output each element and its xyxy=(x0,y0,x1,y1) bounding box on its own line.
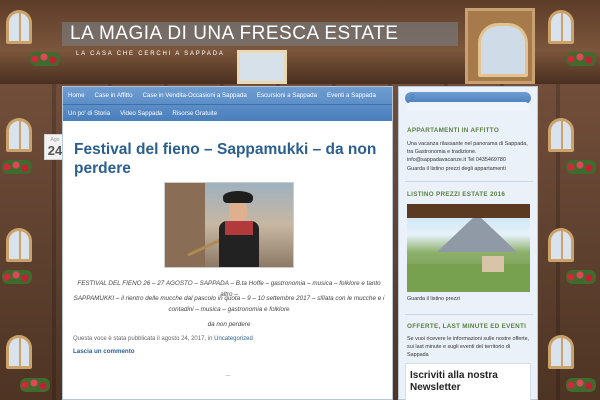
flowers-decoration xyxy=(2,160,32,174)
post-divider-ornament: ~ xyxy=(225,371,231,382)
search-input[interactable] xyxy=(407,102,529,110)
window-decoration xyxy=(548,335,574,369)
widget-title-prices: LISTINO PREZZI ESTATE 2016 xyxy=(407,191,506,198)
search-icon[interactable]: ⚲ xyxy=(410,93,415,101)
main-content: Home Case in Affitto Case in Vendita-Occ… xyxy=(62,86,393,400)
widget-title-apartments: APPARTAMENTI IN AFFITTO xyxy=(407,127,500,134)
photo-house-shape xyxy=(482,256,504,272)
post-meta-prefix: Questa voce è stata pubblicata il agosto… xyxy=(73,336,213,342)
widget-divider xyxy=(405,314,533,315)
post-meta: Questa voce è stata pubblicata il agosto… xyxy=(73,336,253,342)
post-image[interactable] xyxy=(164,182,294,268)
image-figure-face xyxy=(229,201,247,221)
main-navigation: Home Case in Affitto Case in Vendita-Occ… xyxy=(63,87,392,121)
flowers-decoration xyxy=(30,52,60,66)
site-title-box[interactable]: LA MAGIA DI UNA FRESCA ESTATE xyxy=(62,22,458,46)
flowers-decoration xyxy=(566,270,596,284)
widget-prices-photo[interactable] xyxy=(407,204,530,292)
newsletter-widget: Iscriviti alla nostra Newsletter xyxy=(405,363,531,400)
widget-text-offers: Se vuoi ricevere le informazioni sulle n… xyxy=(407,336,530,358)
window-decoration xyxy=(548,10,574,44)
nav-item-escursioni[interactable]: Escursioni a Sappada xyxy=(252,87,322,104)
flowers-decoration xyxy=(566,378,596,392)
widget-caption-prices[interactable]: Guarda il listino prezzi xyxy=(407,295,533,303)
site-title[interactable]: LA MAGIA DI UNA FRESCA ESTATE xyxy=(70,22,450,46)
site-tagline: LA CASA CHE CERCHI A SAPPADA xyxy=(76,51,225,57)
widget-link-apartments[interactable]: Guarda il listino prezzi degli appartame… xyxy=(407,165,533,173)
window-decoration xyxy=(6,335,32,369)
flowers-decoration xyxy=(20,378,50,392)
leave-comment-link[interactable]: Lascia un commento xyxy=(73,348,135,355)
flowers-decoration xyxy=(566,52,596,66)
post-category-link[interactable]: Uncategorized xyxy=(214,336,253,342)
nav-item-risorse[interactable]: Risorse Gratuite xyxy=(167,105,222,121)
nav-item-video[interactable]: Video Sappada xyxy=(115,105,167,121)
window-decoration xyxy=(548,228,574,262)
flowers-decoration xyxy=(566,160,596,174)
window-decoration xyxy=(6,10,32,44)
image-house-shape xyxy=(165,183,205,267)
nav-row-secondary: Un po' di Storia Video Sappada Risorse G… xyxy=(63,104,392,121)
image-figure-scarf xyxy=(225,221,253,235)
nav-row-primary: Home Case in Affitto Case in Vendita-Occ… xyxy=(63,87,381,104)
nav-item-home[interactable]: Home xyxy=(63,87,90,104)
image-figure-hat xyxy=(223,191,253,203)
post-paragraph: da non perdere xyxy=(207,321,251,328)
widget-title-offers: OFFERTE, LAST MINUTE ED EVENTI xyxy=(407,323,527,330)
post-paragraph: SAPPAMUKKI – il rientro delle mucche dal… xyxy=(73,295,385,313)
window-decoration xyxy=(6,118,32,152)
nav-item-case-in-vendita[interactable]: Case in Vendita-Occasioni a Sappada xyxy=(138,87,252,104)
photo-field-shape xyxy=(407,264,530,292)
window-decoration xyxy=(6,228,32,262)
photo-roof-shape xyxy=(407,204,530,218)
widget-divider xyxy=(405,181,533,182)
newsletter-title: Iscriviti alla nostra Newsletter xyxy=(410,370,498,393)
header-door-decoration xyxy=(465,8,535,84)
photo-mountain-shape xyxy=(437,214,517,252)
flowers-decoration xyxy=(2,270,32,284)
post-title[interactable]: Festival del fieno – Sappamukki – da non… xyxy=(74,140,384,178)
header-window-decoration xyxy=(237,50,287,84)
nav-item-eventi[interactable]: Eventi a Sappada xyxy=(322,87,381,104)
window-decoration xyxy=(548,118,574,152)
nav-item-case-in-affitto[interactable]: Case in Affitto xyxy=(90,87,138,104)
widget-text-apartments: Una vacanza rilassante nel panorama di S… xyxy=(407,141,528,163)
search-box: ⚲ xyxy=(405,92,531,110)
sidebar: ⚲ APPARTAMENTI IN AFFITTO Una vacanza ri… xyxy=(398,86,538,400)
nav-item-storia[interactable]: Un po' di Storia xyxy=(63,105,115,121)
